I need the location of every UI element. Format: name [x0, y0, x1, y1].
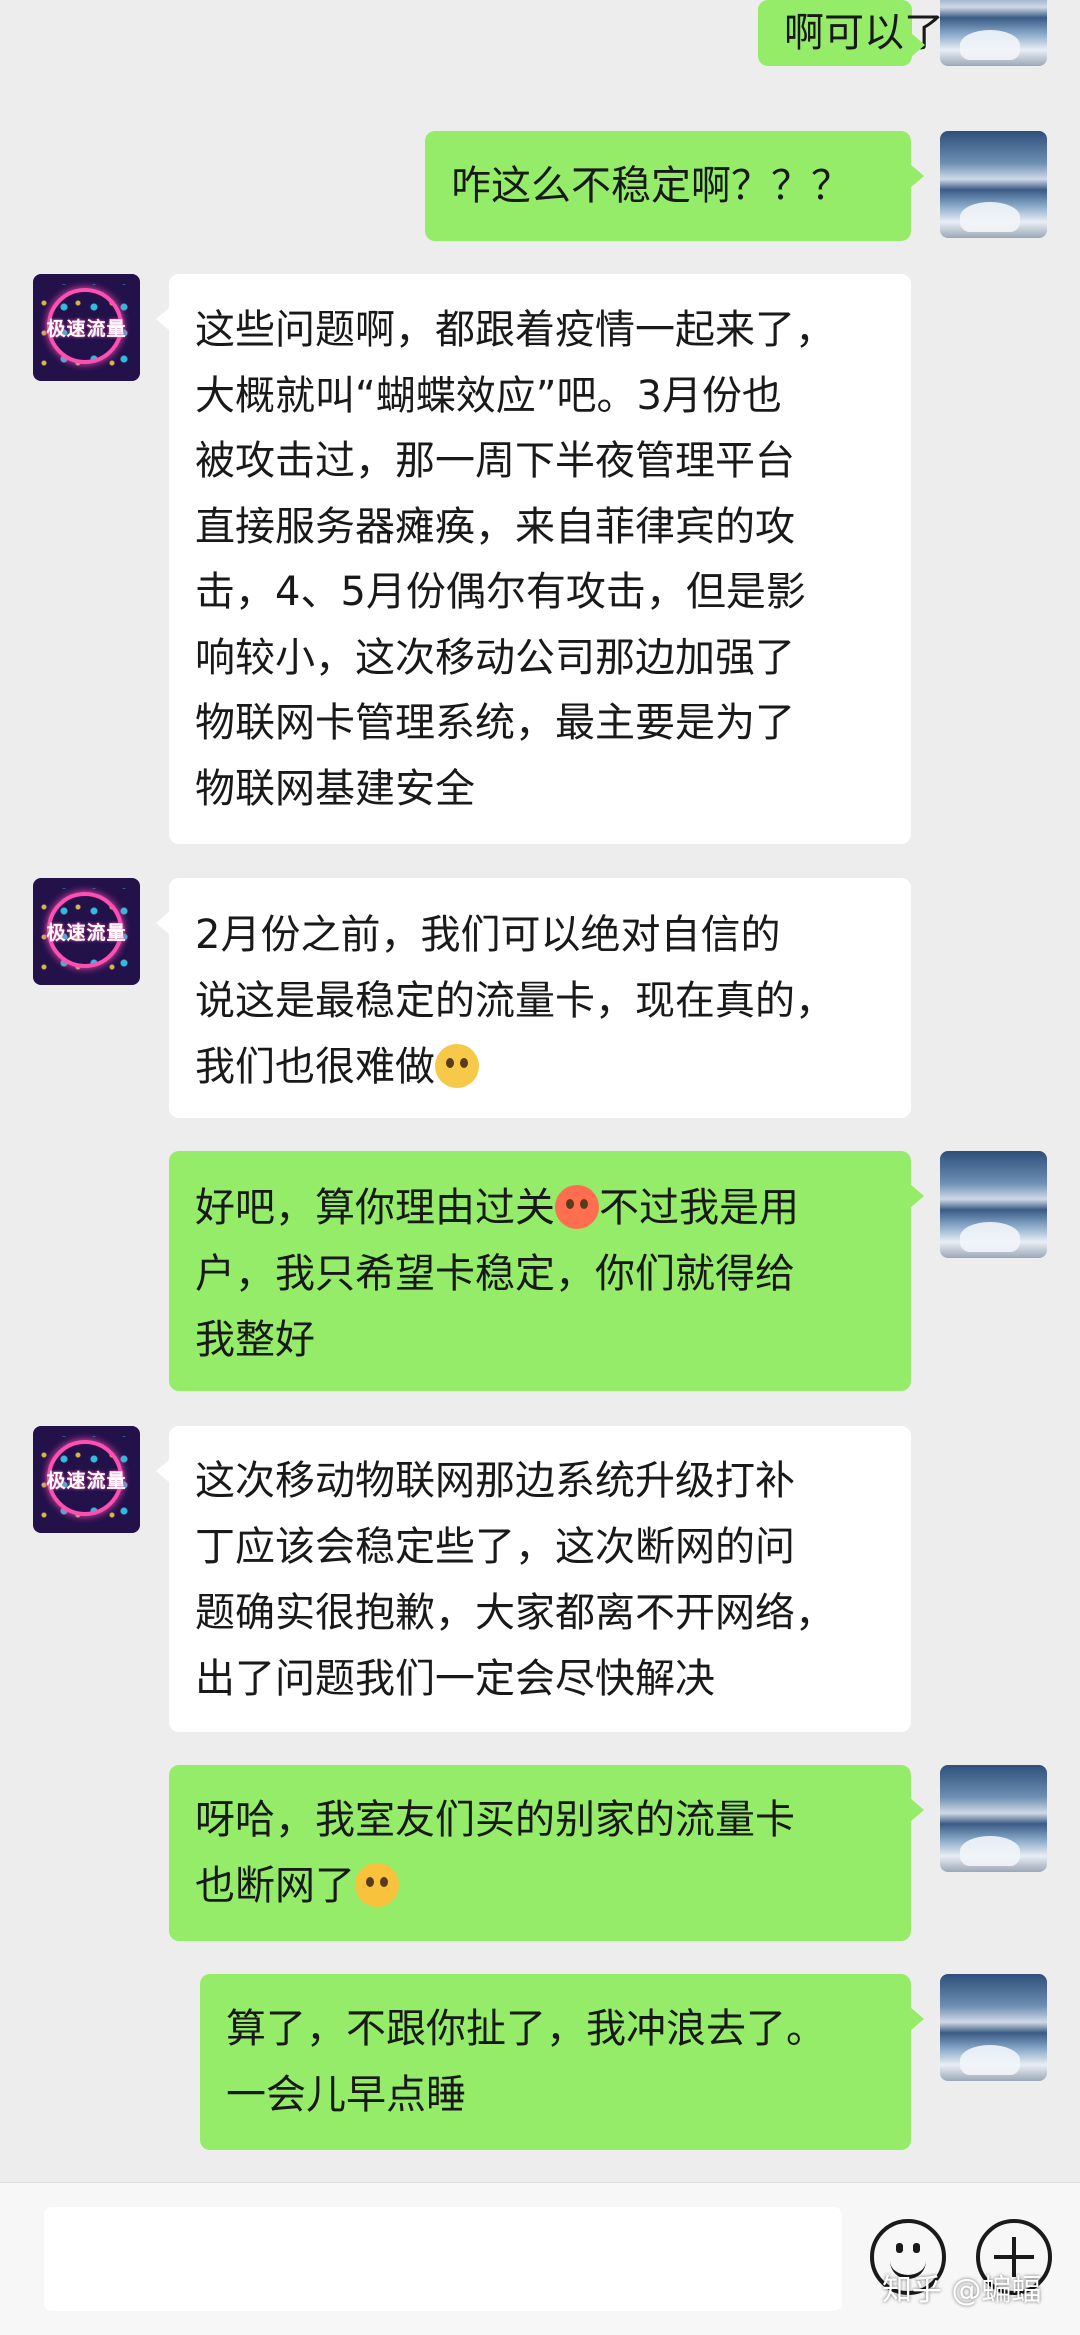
avatar-brand-text: 极速流量	[46, 1470, 127, 1492]
my-avatar[interactable]	[940, 131, 1047, 238]
my-avatar[interactable]	[940, 1765, 1047, 1872]
contact-avatar[interactable]: 极速流量	[33, 878, 140, 985]
pleading-face-icon	[435, 1044, 479, 1088]
message-bubble-incoming[interactable]: 这次移动物联网那边系统升级打补 丁应该会稳定些了，这次断网的问 题确实很抱歉，大…	[156, 1426, 911, 1732]
message-bubble-outgoing[interactable]: 算了，不跟你扯了，我冲浪去了。 一会儿早点睡	[200, 1974, 924, 2150]
message-text: 呀哈，我室友们买的别家的流量卡	[195, 1797, 795, 1843]
emoji-eye-left	[896, 2243, 903, 2253]
message-bubble-outgoing[interactable]: 呀哈，我室友们买的别家的流量卡 也断网了	[169, 1765, 924, 1941]
message-bubble-incoming[interactable]: 这些问题啊，都跟着疫情一起来了， 大概就叫“蝴蝶效应”吧。3月份也 被攻击过，那…	[156, 274, 911, 844]
my-avatar[interactable]	[940, 1974, 1047, 2081]
message-text-part: 也断网了	[195, 1863, 355, 1909]
message-text: 一会儿早点睡	[226, 2072, 466, 2118]
message-bubble-outgoing[interactable]: 咋这么不稳定啊？？？	[425, 131, 924, 241]
message-text: 我们也很难做	[195, 1034, 885, 1100]
message-text-part: 我们也很难做	[195, 1044, 435, 1090]
message-text: 物联网基建安全	[195, 765, 475, 812]
my-avatar[interactable]	[940, 1151, 1047, 1258]
message-text: 击，4、5月份偶尔有攻击，但是影	[195, 569, 806, 615]
message-text: 丁应该会稳定些了，这次断网的问	[195, 1524, 795, 1570]
message-text: 直接服务器瘫痪，来自菲律宾的攻	[195, 503, 795, 550]
avatar-brand-text: 极速流量	[46, 318, 127, 340]
avatar-brand-text: 极速流量	[46, 922, 127, 944]
emoji-eye-right	[913, 2243, 920, 2253]
message-bubble-outgoing[interactable]: 啊可以了	[758, 0, 944, 66]
message-text: 啊可以了	[784, 10, 944, 56]
flushed-face-icon	[555, 1185, 599, 1229]
message-text: 这次移动物联网那边系统升级打补	[195, 1458, 795, 1504]
contact-avatar[interactable]: 极速流量	[33, 1426, 140, 1533]
message-text: 大概就叫“蝴蝶效应”吧。3月份也	[195, 372, 782, 419]
message-input[interactable]	[44, 2207, 842, 2311]
loudly-crying-face-icon	[355, 1863, 399, 1907]
my-avatar[interactable]	[940, 0, 1047, 66]
message-text: 出了问题我们一定会尽快解决	[195, 1656, 715, 1702]
message-text: 物联网卡管理系统，最主要是为了	[195, 700, 795, 746]
chat-area[interactable]: 啊可以了 咋这么不稳定啊？？？ 极速流量 这些问题啊，都跟着疫情一起来了， 大概…	[0, 0, 1080, 2182]
input-bar	[0, 2182, 1080, 2335]
contact-avatar[interactable]: 极速流量	[33, 274, 140, 381]
watermark: 知乎 @蝙蝠	[882, 2273, 1042, 2308]
message-text: 这些问题啊，都跟着疫情一起来了，	[195, 307, 835, 353]
message-bubble-outgoing[interactable]: 好吧，算你理由过关 不过我是用 户，我只希望卡稳定，你们就得给 我整好	[169, 1151, 924, 1391]
message-text: 2月份之前，我们可以绝对自信的	[195, 912, 781, 958]
message-text: 题确实很抱歉，大家都离不开网络，	[195, 1590, 835, 1636]
message-text: 说这是最稳定的流量卡，现在真的，	[195, 978, 835, 1024]
message-text: 咋这么不稳定啊？？？	[451, 163, 851, 209]
message-text: 响较小，这次移动公司那边加强了	[195, 634, 795, 681]
message-bubble-incoming[interactable]: 2月份之前，我们可以绝对自信的 说这是最稳定的流量卡，现在真的， 我们也很难做	[156, 878, 911, 1118]
message-text-part: 不过我是用	[599, 1185, 799, 1231]
message-text: 好吧，算你理由过关 不过我是用	[195, 1175, 885, 1241]
message-text-part: 好吧，算你理由过关	[195, 1185, 555, 1231]
message-text: 也断网了	[195, 1853, 885, 1919]
message-text: 我整好	[195, 1317, 315, 1363]
message-text: 户，我只希望卡稳定，你们就得给	[195, 1251, 795, 1297]
message-text: 算了，不跟你扯了，我冲浪去了。	[226, 2006, 826, 2052]
message-text: 被攻击过，那一周下半夜管理平台	[195, 438, 795, 484]
